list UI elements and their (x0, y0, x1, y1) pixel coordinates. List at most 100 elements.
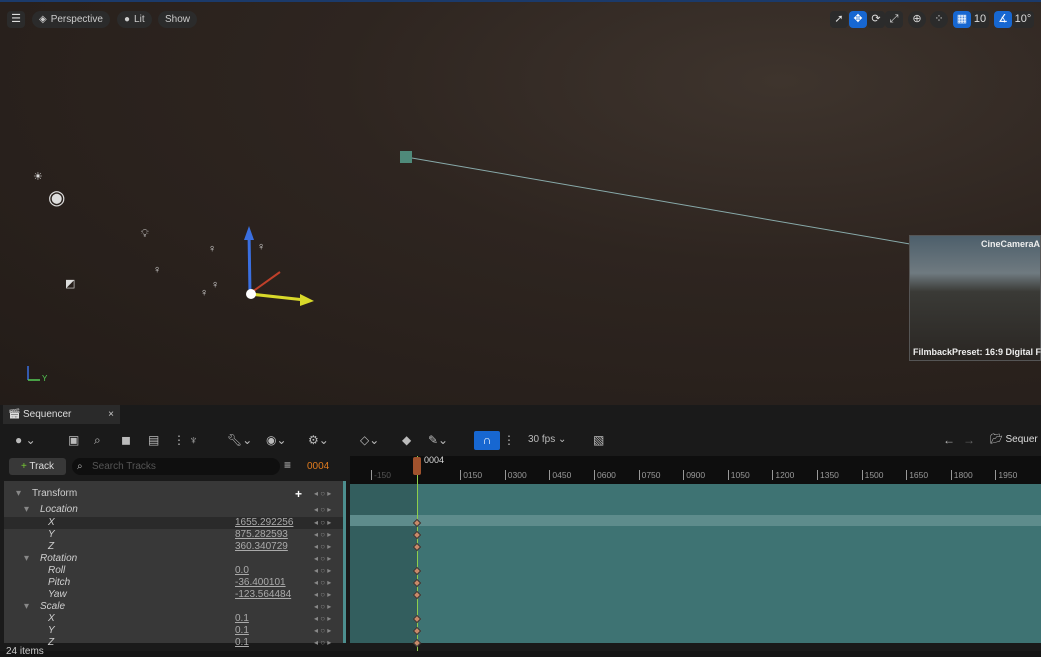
hierarchy-icon[interactable]: ♆ (189, 429, 198, 451)
clapper-icon: 🎬︎ (8, 409, 21, 420)
world-dropdown-icon[interactable]: ● ⌄ (15, 429, 36, 451)
track-value[interactable]: -123.564484 (235, 589, 291, 601)
track-row[interactable]: Pitch -36.400101 ◂ ○ ▸ (4, 577, 345, 589)
curve-editor-icon[interactable]: ▧ (593, 429, 604, 451)
add-key-icon[interactable]: ◆ (402, 429, 411, 451)
key-navigation-icon[interactable]: ◂ ○ ▸ (314, 529, 331, 541)
sun-light-icon[interactable]: ☀ (33, 170, 43, 183)
ruler-tick: 0450 (549, 470, 571, 480)
track-value[interactable]: 0.1 (235, 613, 249, 625)
brush-dropdown-icon[interactable]: ✎⌄ (428, 429, 448, 451)
key-navigation-icon[interactable]: ◂ ○ ▸ (314, 488, 331, 500)
key-navigation-icon[interactable]: ◂ ○ ▸ (314, 625, 331, 637)
sequence-breadcrumb[interactable]: 📂︎ Sequer (990, 429, 1038, 451)
ruler-tick: 1500 (861, 470, 884, 480)
track-value[interactable]: 0.1 (235, 637, 249, 649)
key-navigation-icon[interactable]: ◂ ○ ▸ (314, 553, 331, 565)
point-light-icon[interactable]: ♀ (200, 287, 208, 299)
track-row[interactable]: ▾ Location ◂ ○ ▸ (4, 504, 345, 516)
key-navigation-icon[interactable]: ◂ ○ ▸ (314, 613, 331, 625)
camera-target-marker (400, 151, 412, 163)
track-row[interactable]: Z 0.1 ◂ ○ ▸ (4, 637, 345, 649)
eye-dropdown-icon[interactable]: ◉⌄ (266, 429, 287, 451)
camera-path-line (405, 156, 911, 245)
expand-arrow-icon[interactable]: ▾ (24, 504, 29, 516)
clapperboard-icon[interactable]: ▤ (148, 429, 159, 451)
key-navigation-icon[interactable]: ◂ ○ ▸ (314, 637, 331, 649)
track-value[interactable]: 875.282593 (235, 529, 288, 541)
level-viewport[interactable]: ☰ ◈ Perspective ● Lit Show ➚ ✥ ⟳ ⤢ ⊕ ⁘ ▦ 1… (0, 0, 1041, 405)
pre-roll-region (350, 484, 417, 643)
track-label: X (48, 613, 55, 624)
tab-sequencer[interactable]: 🎬︎ Sequencer × (3, 405, 120, 424)
expand-arrow-icon[interactable]: ▾ (16, 488, 21, 500)
ruler-tick: 0900 (683, 470, 705, 480)
track-label: X (48, 517, 55, 528)
more-options-icon[interactable]: ⋮ (173, 429, 185, 451)
expand-arrow-icon[interactable]: ▾ (24, 553, 29, 565)
sequencer-panel: 🎬︎ Sequencer × ● ⌄ ▣ ⌕ ◼ ▤ ⋮ ♆ 🔧︎⌄ ◉⌄ ⚙⌄… (0, 405, 1041, 657)
add-track-button[interactable]: + Track (9, 458, 66, 475)
key-navigation-icon[interactable]: ◂ ○ ▸ (314, 577, 331, 589)
key-navigation-icon[interactable]: ◂ ○ ▸ (314, 504, 331, 516)
key-navigation-icon[interactable]: ◂ ○ ▸ (314, 601, 331, 613)
time-ruler[interactable]: -150 0150 0300 0450 0600 0750 0900 1050 1200 1350… (350, 456, 1041, 484)
track-row[interactable]: ▾ Transform + ◂ ○ ▸ (4, 488, 345, 500)
point-light-icon[interactable]: 💡︎ (141, 228, 149, 241)
key-navigation-icon[interactable]: ◂ ○ ▸ (314, 565, 331, 577)
point-light-icon[interactable]: ♀ (257, 241, 265, 253)
key-navigation-icon[interactable]: ◂ ○ ▸ (314, 517, 331, 529)
track-value[interactable]: 0.1 (235, 625, 249, 637)
snap-magnet-icon[interactable]: ∩ (474, 431, 500, 450)
track-row[interactable]: Y 875.282593 ◂ ○ ▸ (4, 529, 345, 541)
camera-actor-icon[interactable]: ◩ (65, 277, 75, 290)
save-icon[interactable]: ▣ (68, 429, 79, 451)
track-label: Pitch (48, 577, 71, 588)
fps-dropdown[interactable]: 30 fps ⌄ (528, 429, 566, 451)
track-value[interactable]: -36.400101 (235, 577, 286, 589)
track-row[interactable]: Yaw -123.564484 ◂ ○ ▸ (4, 589, 345, 601)
point-light-icon[interactable]: ♀ (208, 243, 216, 255)
key-dropdown-icon[interactable]: ◇⌄ (360, 429, 379, 451)
track-label: Rotation (40, 553, 78, 564)
ruler-tick: 0150 (460, 470, 482, 480)
track-row[interactable]: Roll 0.0 ◂ ○ ▸ (4, 565, 345, 577)
track-row[interactable]: ▾ Rotation ◂ ○ ▸ (4, 553, 345, 565)
filter-icon[interactable]: ≡ (284, 458, 291, 472)
ruler-tick: 1200 (772, 470, 794, 480)
track-row[interactable]: Y 0.1 ◂ ○ ▸ (4, 625, 345, 637)
ruler-tick: 1650 (906, 470, 928, 480)
playhead-frame-label: 0004 (424, 455, 445, 465)
playback-options-icon[interactable]: ⚙⌄ (308, 429, 329, 451)
track-value[interactable]: 1655.292256 (235, 517, 293, 529)
ruler-tick: 0600 (594, 470, 616, 480)
track-row[interactable]: ▾ Scale ◂ ○ ▸ (4, 601, 345, 613)
skylight-icon[interactable]: ◉ (48, 185, 65, 210)
forward-arrow-icon[interactable]: → (963, 429, 975, 451)
track-value[interactable]: 360.340729 (235, 541, 288, 553)
key-navigation-icon[interactable]: ◂ ○ ▸ (314, 589, 331, 601)
current-frame[interactable]: 0004 (307, 461, 329, 472)
render-movie-icon[interactable]: ◼ (121, 429, 131, 451)
find-asset-icon[interactable]: ⌕ (94, 429, 101, 451)
snap-options-icon[interactable]: ⋮ (503, 429, 515, 451)
track-lanes[interactable] (350, 484, 1041, 643)
track-value[interactable]: 0.0 (235, 565, 249, 577)
point-light-icon[interactable]: ♀ (153, 264, 161, 276)
back-arrow-icon[interactable]: ← (943, 429, 955, 451)
playhead-handle[interactable] (413, 457, 421, 475)
ruler-tick: -150 (371, 470, 391, 480)
track-row[interactable]: X 0.1 ◂ ○ ▸ (4, 613, 345, 625)
search-icon: ⌕ (77, 461, 83, 472)
track-row[interactable]: Z 360.340729 ◂ ○ ▸ (4, 541, 345, 553)
search-tracks-input[interactable]: ⌕ Search Tracks (72, 458, 280, 475)
track-row[interactable]: X 1655.292256 ◂ ○ ▸ (4, 517, 345, 529)
expand-arrow-icon[interactable]: ▾ (24, 601, 29, 613)
close-icon[interactable]: × (108, 405, 114, 424)
key-navigation-icon[interactable]: ◂ ○ ▸ (314, 541, 331, 553)
track-label: Y (48, 625, 55, 636)
tree-scrollbar[interactable] (343, 481, 346, 643)
wrench-dropdown-icon[interactable]: 🔧︎⌄ (227, 429, 252, 451)
add-icon[interactable]: + (295, 488, 302, 500)
point-light-icon[interactable]: ♀ (211, 279, 219, 291)
